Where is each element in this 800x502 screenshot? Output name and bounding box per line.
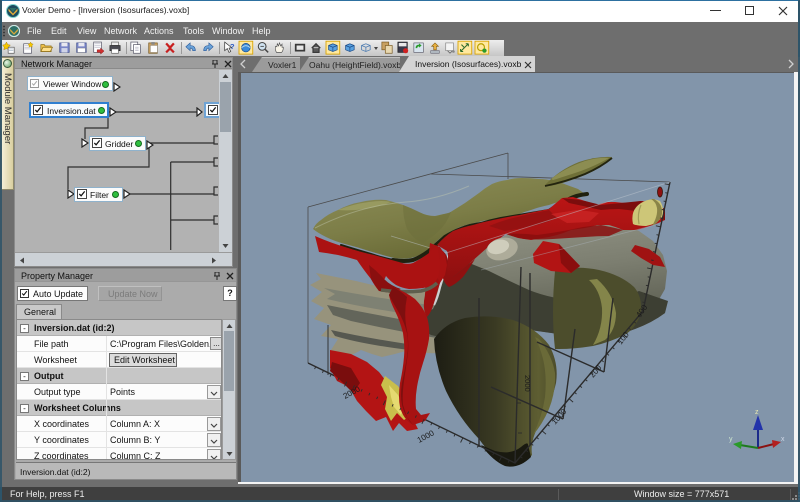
svg-text:2000: 2000: [523, 375, 532, 392]
svg-text:x: x: [781, 436, 785, 443]
svg-text:y: y: [729, 436, 733, 443]
svg-text:?: ?: [230, 42, 235, 51]
svg-text:1000: 1000: [416, 428, 436, 445]
svg-text:z: z: [755, 409, 759, 416]
svg-text:1000: 1000: [550, 407, 569, 427]
